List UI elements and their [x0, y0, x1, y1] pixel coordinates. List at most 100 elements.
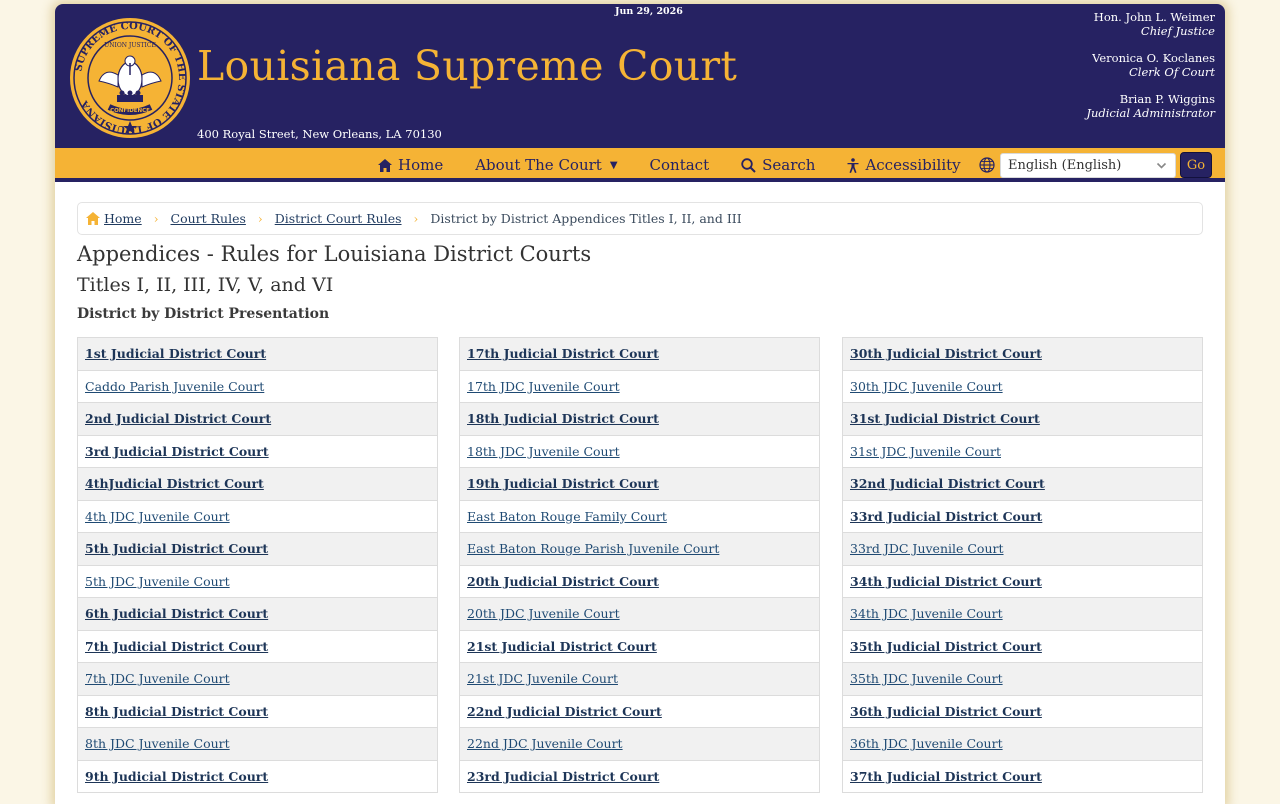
breadcrumb: Home › Court Rules › District Court Rule…	[77, 202, 1203, 235]
juvenile-court-link[interactable]: 30th JDC Juvenile Court	[850, 379, 1003, 394]
list-item: 20th Judicial District Court	[460, 566, 819, 598]
district-court-link[interactable]: 3rd Judicial District Court	[85, 444, 269, 459]
section-heading: District by District Presentation	[77, 306, 330, 322]
district-court-link[interactable]: 21st Judicial District Court	[467, 639, 657, 654]
juvenile-court-link[interactable]: East Baton Rouge Parish Juvenile Court	[467, 541, 719, 556]
juvenile-court-link[interactable]: 8th JDC Juvenile Court	[85, 736, 230, 751]
district-court-link[interactable]: 33rd Judicial District Court	[850, 509, 1042, 524]
juvenile-court-link[interactable]: 34th JDC Juvenile Court	[850, 606, 1003, 621]
seal-motto-top: UNION JUSTICE	[104, 42, 156, 49]
district-court-link[interactable]: 1st Judicial District Court	[85, 346, 266, 361]
district-column-2: 17th Judicial District Court 17th JDC Juv…	[459, 337, 820, 793]
breadcrumb-home-link[interactable]: Home	[104, 211, 142, 226]
list-item: 30th JDC Juvenile Court	[843, 371, 1202, 403]
page-container: SUPREME COURT OF THE STATE OF LOUISIANA …	[55, 4, 1225, 804]
list-item: 8th Judicial District Court	[78, 696, 437, 728]
list-item: 17th Judicial District Court	[460, 338, 819, 371]
juvenile-court-link[interactable]: 22nd JDC Juvenile Court	[467, 736, 623, 751]
officials-list: Hon. John L. Weimer Chief Justice Veroni…	[1086, 10, 1215, 133]
juvenile-court-link[interactable]: 20th JDC Juvenile Court	[467, 606, 620, 621]
nav-items: Home About The Court ▼ Contact Search Ac…	[378, 148, 993, 182]
district-court-link[interactable]: 32nd Judicial District Court	[850, 476, 1045, 491]
juvenile-court-link[interactable]: 33rd JDC Juvenile Court	[850, 541, 1004, 556]
list-item: 21st Judicial District Court	[460, 631, 819, 663]
list-item: 18th JDC Juvenile Court	[460, 436, 819, 468]
official-administrator: Brian P. Wiggins Judicial Administrator	[1086, 92, 1215, 121]
list-item: 31st JDC Juvenile Court	[843, 436, 1202, 468]
juvenile-court-link[interactable]: 4th JDC Juvenile Court	[85, 509, 230, 524]
district-court-link[interactable]: 35th Judicial District Court	[850, 639, 1042, 654]
list-item: 33rd JDC Juvenile Court	[843, 533, 1202, 566]
district-court-link[interactable]: 36th Judicial District Court	[850, 704, 1042, 719]
district-court-link[interactable]: 4thJudicial District Court	[85, 476, 264, 491]
nav-about[interactable]: About The Court ▼	[475, 156, 617, 174]
current-date: Jun 29, 2026	[615, 6, 683, 17]
nav-accessibility[interactable]: Accessibility	[847, 156, 961, 174]
juvenile-court-link[interactable]: 17th JDC Juvenile Court	[467, 379, 620, 394]
list-item: 7th JDC Juvenile Court	[78, 663, 437, 696]
breadcrumb-home[interactable]: Home	[86, 211, 142, 226]
list-item: 5th JDC Juvenile Court	[78, 566, 437, 598]
district-column-1: 1st Judicial District Court Caddo Parish …	[77, 337, 438, 793]
district-court-link[interactable]: 22nd Judicial District Court	[467, 704, 662, 719]
nav-home[interactable]: Home	[378, 156, 443, 174]
list-item: 36th Judicial District Court	[843, 696, 1202, 728]
list-item: 32nd Judicial District Court	[843, 468, 1202, 501]
district-court-link[interactable]: 19th Judicial District Court	[467, 476, 659, 491]
district-court-link[interactable]: 8th Judicial District Court	[85, 704, 268, 719]
district-court-link[interactable]: 31st Judicial District Court	[850, 411, 1040, 426]
district-court-link[interactable]: 6th Judicial District Court	[85, 606, 268, 621]
list-item: 35th Judicial District Court	[843, 631, 1202, 663]
list-item: 19th Judicial District Court	[460, 468, 819, 501]
court-seal-logo[interactable]: SUPREME COURT OF THE STATE OF LOUISIANA …	[69, 17, 191, 139]
juvenile-court-link[interactable]: 5th JDC Juvenile Court	[85, 574, 230, 589]
district-court-link[interactable]: 30th Judicial District Court	[850, 346, 1042, 361]
list-item: 37th Judicial District Court	[843, 761, 1202, 793]
nav-about-label: About The Court	[475, 156, 602, 174]
district-court-link[interactable]: 2nd Judicial District Court	[85, 411, 271, 426]
list-item: 3rd Judicial District Court	[78, 436, 437, 468]
list-item: 35th JDC Juvenile Court	[843, 663, 1202, 696]
district-court-link[interactable]: 7th Judicial District Court	[85, 639, 268, 654]
search-icon	[741, 157, 756, 173]
main-navbar: Home About The Court ▼ Contact Search Ac…	[55, 148, 1225, 182]
list-item: 20th JDC Juvenile Court	[460, 598, 819, 631]
district-court-link[interactable]: 9th Judicial District Court	[85, 769, 268, 784]
juvenile-court-link[interactable]: 31st JDC Juvenile Court	[850, 444, 1001, 459]
district-court-link[interactable]: 37th Judicial District Court	[850, 769, 1042, 784]
list-item: 5th Judicial District Court	[78, 533, 437, 566]
list-item: 8th JDC Juvenile Court	[78, 728, 437, 761]
district-court-link[interactable]: 5th Judicial District Court	[85, 541, 268, 556]
nav-accessibility-label: Accessibility	[865, 156, 961, 174]
language-select[interactable]: English (English)	[1000, 152, 1176, 178]
list-item: Caddo Parish Juvenile Court	[78, 371, 437, 403]
site-title[interactable]: Louisiana Supreme Court	[197, 42, 737, 90]
breadcrumb-court-rules[interactable]: Court Rules	[171, 211, 246, 226]
juvenile-court-link[interactable]: 7th JDC Juvenile Court	[85, 671, 230, 686]
list-item: 4th JDC Juvenile Court	[78, 501, 437, 533]
list-item: 30th Judicial District Court	[843, 338, 1202, 371]
nav-contact[interactable]: Contact	[650, 156, 710, 174]
juvenile-court-link[interactable]: 21st JDC Juvenile Court	[467, 671, 618, 686]
district-court-link[interactable]: 18th Judicial District Court	[467, 411, 659, 426]
breadcrumb-district-rules[interactable]: District Court Rules	[275, 211, 402, 226]
seal-motto-bottom: CONFIDENCE	[110, 108, 150, 114]
language-go-button[interactable]: Go	[1180, 152, 1212, 178]
juvenile-court-link[interactable]: 35th JDC Juvenile Court	[850, 671, 1003, 686]
language-selected: English (English)	[1008, 157, 1122, 173]
globe-icon	[979, 157, 995, 173]
juvenile-court-link[interactable]: East Baton Rouge Family Court	[467, 509, 667, 524]
breadcrumb-current: District by District Appendices Titles I…	[430, 211, 742, 226]
juvenile-court-link[interactable]: 18th JDC Juvenile Court	[467, 444, 620, 459]
list-item: 7th Judicial District Court	[78, 631, 437, 663]
district-court-link[interactable]: 34th Judicial District Court	[850, 574, 1042, 589]
list-item: 34th JDC Juvenile Court	[843, 598, 1202, 631]
list-item: 1st Judicial District Court	[78, 338, 437, 371]
district-court-link[interactable]: 23rd Judicial District Court	[467, 769, 659, 784]
official-title: Judicial Administrator	[1086, 106, 1215, 120]
juvenile-court-link[interactable]: 36th JDC Juvenile Court	[850, 736, 1003, 751]
nav-search[interactable]: Search	[741, 156, 815, 174]
juvenile-court-link[interactable]: Caddo Parish Juvenile Court	[85, 379, 264, 394]
district-court-link[interactable]: 17th Judicial District Court	[467, 346, 659, 361]
district-court-link[interactable]: 20th Judicial District Court	[467, 574, 659, 589]
